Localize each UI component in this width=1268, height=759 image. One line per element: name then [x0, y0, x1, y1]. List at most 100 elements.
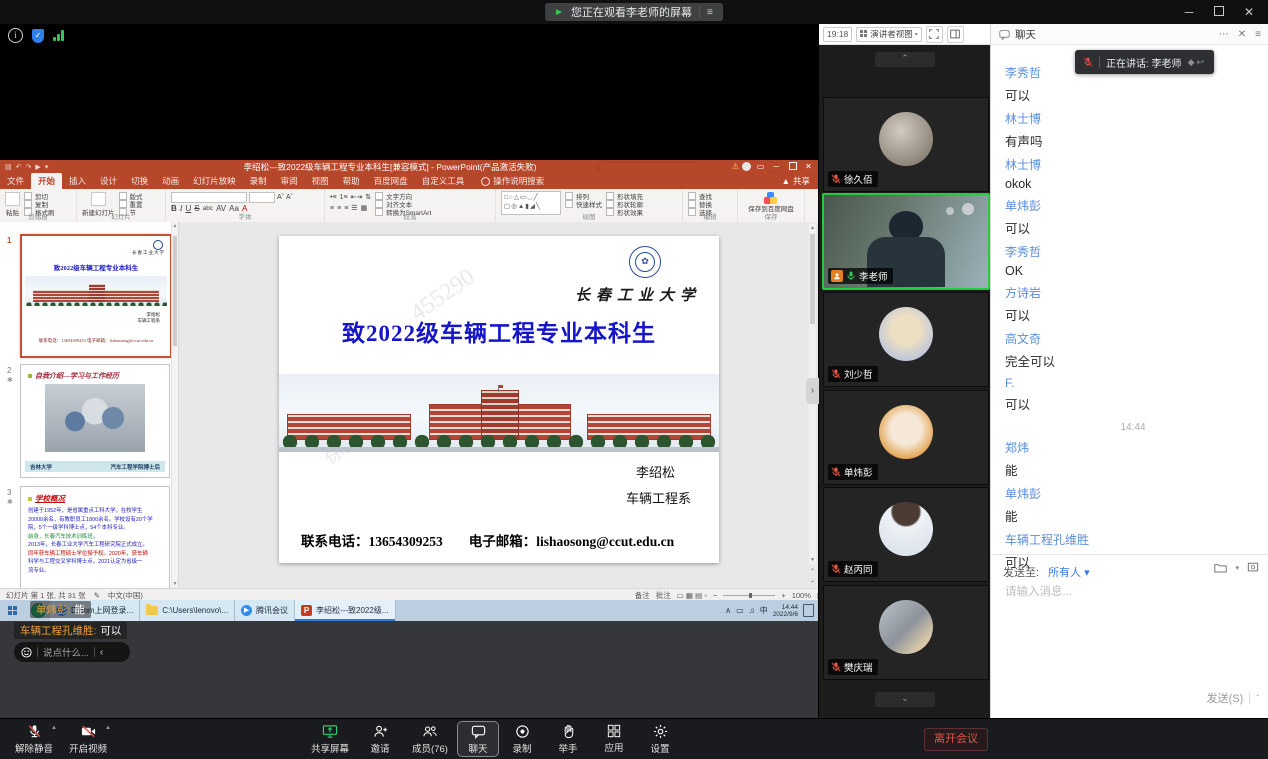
indent-icons[interactable]: ⇤⇥	[351, 193, 363, 201]
chat-more-icon[interactable]: ⋯	[1219, 29, 1229, 40]
slide-thumbnail-2[interactable]: 自我介绍—学习与工作经历 吉林大学 汽车工程学院博士后	[20, 364, 170, 478]
minimize-button[interactable]: ─	[1174, 0, 1204, 24]
file-attach-icon[interactable]	[1214, 562, 1227, 573]
slideshow-icon[interactable]: ▶	[35, 163, 40, 171]
tray-clock[interactable]: 14:442022/9/6	[773, 604, 798, 618]
settings-button[interactable]: 设置	[640, 722, 680, 756]
ppt-restore-button[interactable]	[786, 162, 799, 172]
ppt-close-button[interactable]: ✕	[802, 162, 815, 171]
ppt-tab-home[interactable]: 开始	[31, 173, 62, 189]
font-size-box[interactable]	[249, 192, 275, 203]
participant-tile[interactable]: 单炜彭	[823, 390, 989, 485]
participant-tile[interactable]: 刘少哲	[823, 292, 989, 387]
redo-icon[interactable]: ↷	[26, 163, 32, 171]
mic-options-icon[interactable]: ▲	[51, 725, 57, 731]
ppt-minimize-button[interactable]: ─	[770, 162, 783, 171]
slide-thumbnail-1[interactable]: 长春工业大学 致2022级车辆工程专业本科生 李绍松车辆工程系 联系电话：136…	[20, 234, 172, 358]
thumbnail-scrollbar[interactable]: ▲▼	[171, 222, 178, 588]
taskbar-item-meeting[interactable]: ▶ 腾讯会议	[235, 600, 295, 621]
leave-meeting-button[interactable]: 离开会议	[924, 728, 988, 751]
ppt-tab-view[interactable]: 视图	[305, 173, 336, 189]
panel-drag-icon[interactable]: ≡	[1255, 29, 1261, 40]
slide-nav-buttons[interactable]: ⌃⌄	[808, 568, 817, 586]
save-to-baidu-button[interactable]: 保存到百度网盘	[743, 191, 799, 213]
action-center-icon[interactable]	[803, 604, 814, 617]
taskbar-item-powerpoint[interactable]: P 李绍松---致2022级...	[295, 600, 395, 621]
view-buttons[interactable]: ▭ ▦ ▤ ▫	[677, 591, 707, 600]
chat-input[interactable]	[1003, 585, 1259, 599]
volume-icon[interactable]: ♫	[749, 606, 755, 615]
info-icon[interactable]: i	[8, 28, 23, 43]
unmute-button[interactable]: ▲ 解除静音	[8, 722, 60, 756]
participant-tile[interactable]: 赵丙同	[823, 487, 989, 582]
tell-me-search[interactable]: 操作说明搜索	[481, 173, 544, 189]
grow-font-icon[interactable]: Aˆ	[277, 194, 284, 201]
participant-tile[interactable]: 徐久佰	[823, 97, 989, 192]
fullscreen-button[interactable]	[926, 26, 943, 43]
ppt-tab-help[interactable]: 帮助	[336, 173, 367, 189]
ppt-tab-transitions[interactable]: 切换	[124, 173, 155, 189]
apps-button[interactable]: 应用	[594, 722, 634, 756]
notes-button[interactable]: 备注	[635, 590, 650, 601]
tray-expand-icon[interactable]: ∧	[725, 606, 731, 615]
ppt-tab-addin2[interactable]: 自定义工具	[415, 173, 472, 189]
attach-dropdown-icon[interactable]: ▾	[1235, 564, 1239, 572]
start-video-button[interactable]: ▲ 开启视频	[62, 722, 114, 756]
ppt-tab-animations[interactable]: 动画	[155, 173, 186, 189]
display-icon[interactable]: ▭	[736, 606, 744, 615]
shrink-font-icon[interactable]: Aˇ	[286, 194, 293, 201]
close-button[interactable]: ✕	[1234, 0, 1264, 24]
ppt-tab-addin1[interactable]: 百度网盘	[367, 173, 415, 189]
quick-styles-button[interactable]: 快速样式	[565, 200, 602, 207]
send-button[interactable]: 发送(S)	[1207, 690, 1244, 706]
invite-button[interactable]: 邀请	[358, 722, 402, 756]
chat-close-icon[interactable]: ✕	[1238, 29, 1246, 40]
ppt-tab-file[interactable]: 文件	[0, 173, 31, 189]
ppt-tab-insert[interactable]: 插入	[62, 173, 93, 189]
raise-hand-button[interactable]: 举手	[548, 722, 588, 756]
overlay-chat-input[interactable]: 说点什么... ‹	[14, 642, 130, 662]
slide-canvas[interactable]: ✿ 长春工业大学 致2022级车辆工程专业本科生 455290 徐久 李绍	[279, 236, 719, 563]
ppt-share-button[interactable]: ▲ 共享	[782, 173, 810, 189]
collapse-chat-icon[interactable]: ‹	[100, 647, 103, 658]
participant-tile-speaking[interactable]: 李老师	[822, 193, 990, 290]
zoom-slider[interactable]	[723, 595, 775, 596]
ime-indicator[interactable]: 中	[760, 605, 768, 616]
side-panel-button[interactable]	[947, 26, 964, 43]
account-avatar[interactable]	[742, 162, 751, 171]
undo-icon[interactable]: ↶	[16, 163, 22, 171]
ppt-tab-slideshow[interactable]: 幻灯片放映	[186, 173, 243, 189]
start-button[interactable]	[0, 600, 26, 621]
screenshot-icon[interactable]	[1247, 562, 1259, 573]
view-mode-button[interactable]: 演讲者视图 ▾	[856, 27, 922, 42]
slide-thumbnail-3[interactable]: 学校概况 创建于1952年，是省属重点工科大学，在校学生 20000余名，有教职…	[20, 486, 170, 588]
scroll-up-button[interactable]: ⌃	[875, 52, 935, 67]
line-spacing-icon[interactable]: ⇅	[365, 193, 371, 201]
comments-button[interactable]: 批注	[656, 590, 671, 601]
font-name-box[interactable]	[171, 192, 247, 203]
send-to-selector[interactable]: 所有人 ▾	[1048, 564, 1090, 580]
taskbar-item-explorer[interactable]: C:\Users\lenovo\...	[140, 600, 235, 621]
ppt-tab-record[interactable]: 录制	[243, 173, 274, 189]
save-icon[interactable]: ▤	[5, 163, 12, 171]
maximize-button[interactable]	[1204, 0, 1234, 24]
language-indicator[interactable]: 中文(中国)	[108, 590, 143, 601]
filmstrip-collapse-handle[interactable]: ›	[806, 378, 819, 404]
ribbon-options-icon[interactable]: ▭	[754, 162, 767, 171]
numbering-icon[interactable]: 1≡	[340, 194, 348, 201]
chat-button[interactable]: 聊天	[458, 722, 498, 756]
zoom-in-icon[interactable]: +	[781, 591, 785, 600]
send-options-icon[interactable]: ˇ	[1256, 694, 1259, 703]
participant-tile[interactable]: 樊庆瑞	[823, 585, 989, 680]
scroll-down-button[interactable]: ⌄	[875, 692, 935, 707]
share-screen-button[interactable]: 共享屏幕	[304, 722, 356, 756]
ppt-tab-review[interactable]: 审阅	[274, 173, 305, 189]
security-shield-icon[interactable]: ✓	[32, 29, 44, 43]
bullets-icon[interactable]: •≡	[330, 194, 337, 201]
ppt-tab-design[interactable]: 设计	[93, 173, 124, 189]
emoji-icon[interactable]	[21, 647, 32, 658]
zoom-level[interactable]: 100%	[792, 591, 811, 600]
zoom-out-icon[interactable]: −	[713, 591, 717, 600]
banner-menu-icon[interactable]: ≡	[707, 7, 714, 18]
video-options-icon[interactable]: ▲	[105, 725, 111, 731]
